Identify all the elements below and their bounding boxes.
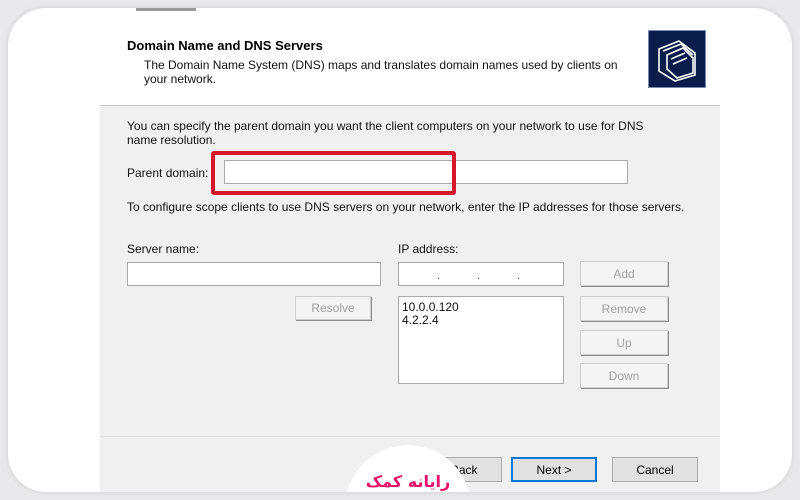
up-button[interactable]: Up: [580, 330, 668, 355]
wizard-folders-icon: [648, 30, 706, 88]
parent-domain-label: Parent domain:: [127, 166, 209, 180]
cancel-button[interactable]: Cancel: [612, 457, 698, 482]
server-name-label: Server name:: [127, 242, 200, 256]
dhcp-wizard-dialog: Domain Name and DNS Servers The Domain N…: [100, 18, 720, 492]
screenshot-frame: Domain Name and DNS Servers The Domain N…: [8, 8, 792, 492]
page-description: The Domain Name System (DNS) maps and tr…: [144, 58, 618, 86]
add-button[interactable]: Add: [580, 261, 668, 286]
page-title: Domain Name and DNS Servers: [127, 38, 323, 53]
resolve-button[interactable]: Resolve: [295, 296, 371, 320]
top-edge-line: [136, 8, 196, 11]
ip-address-label: IP address:: [398, 242, 459, 256]
dns-servers-list[interactable]: 10.0.0.120 4.2.2.4: [398, 296, 564, 384]
remove-button[interactable]: Remove: [580, 296, 668, 321]
wizard-header: Domain Name and DNS Servers The Domain N…: [100, 18, 720, 106]
scope-text: To configure scope clients to use DNS se…: [127, 200, 685, 214]
down-button[interactable]: Down: [580, 363, 668, 388]
intro-text: You can specify the parent domain you wa…: [127, 119, 644, 147]
brand-watermark-logo: رایانه کمک: [358, 466, 458, 492]
parent-domain-highlight-box: [211, 151, 456, 195]
list-item[interactable]: 4.2.2.4: [402, 314, 560, 327]
server-name-input[interactable]: [127, 262, 381, 286]
ip-address-input[interactable]: . . .: [398, 262, 564, 286]
next-button[interactable]: Next >: [511, 457, 597, 482]
svg-text:رایانه کمک: رایانه کمک: [366, 472, 450, 491]
